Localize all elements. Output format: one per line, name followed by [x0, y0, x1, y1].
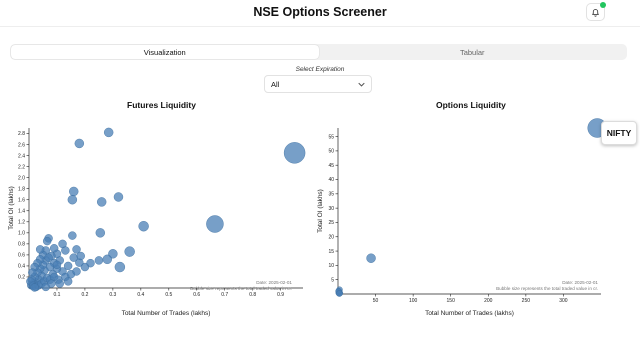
liquidity-charts: 0.1 0.2 0.3 0.4 0.5 0.6 0.7 0.8 0.9 0.2 0.4 0.6 0.8 1… — [8, 118, 607, 317]
futures-bubble[interactable] — [114, 261, 126, 273]
options-bubbles — [335, 118, 607, 297]
futures-y-tick-label: 2.4 — [18, 153, 25, 159]
futures-bubble[interactable] — [138, 221, 149, 232]
futures-bubble[interactable] — [42, 236, 52, 246]
options-x-tick-label: 250 — [522, 298, 531, 304]
futures-bubble[interactable] — [96, 197, 107, 207]
futures-y-tick-label: 2.2 — [18, 164, 25, 170]
futures-x-tick-label: 0.8 — [249, 292, 256, 298]
futures-x-tick-label: 0.1 — [53, 292, 60, 298]
options-y-tick-label: 45 — [328, 163, 334, 169]
options-y-tick-label: 50 — [328, 149, 334, 155]
futures-bubble[interactable] — [63, 277, 73, 286]
futures-bubble[interactable] — [35, 245, 45, 254]
futures-y-tick-label: 1.6 — [18, 197, 25, 203]
futures-bubbles — [26, 127, 306, 292]
futures-y-tick-label: 0.4 — [18, 264, 25, 270]
futures-bubble[interactable] — [44, 253, 53, 262]
futures-y-tick-label: 1.2 — [18, 219, 25, 225]
futures-y-tick-label: 1.0 — [18, 231, 25, 237]
futures-x-tick-label: 0.2 — [81, 292, 88, 298]
futures-bubble[interactable] — [55, 279, 64, 288]
futures-bubble[interactable] — [76, 251, 85, 261]
futures-bubble[interactable] — [113, 192, 124, 202]
futures-bubble[interactable] — [95, 228, 105, 238]
options-y-tick-label: 55 — [328, 134, 334, 140]
options-y-tick-label: 35 — [328, 192, 334, 198]
options-y-tick-label: 5 — [331, 277, 334, 283]
futures-bubble[interactable] — [58, 239, 67, 249]
futures-bubble[interactable] — [94, 256, 104, 265]
options-x-tick-label: 150 — [447, 298, 456, 304]
futures-y-tick-label: 1.8 — [18, 186, 25, 192]
futures-x-tick-label: 0.6 — [193, 292, 200, 298]
options-axes: 50 100 150 200 250 300 5 10 15 20 25 30 35 40 45 50 55 — [328, 128, 601, 304]
options-y-tick-label: 25 — [328, 220, 334, 226]
futures-bubble[interactable] — [47, 279, 56, 288]
options-bubble[interactable] — [336, 290, 343, 297]
futures-x-tick-label: 0.4 — [137, 292, 144, 298]
futures-y-tick-label: 2.0 — [18, 175, 25, 181]
futures-bubble[interactable] — [67, 195, 78, 205]
futures-y-axis-label: Total OI (lakhs) — [8, 186, 15, 230]
futures-chart: 0.1 0.2 0.3 0.4 0.5 0.6 0.7 0.8 0.9 0.2 0.4 0.6 0.8 1… — [8, 127, 306, 317]
options-chart: 50 100 150 200 250 300 5 10 15 20 25 30 35 40 45 50 55 To… — [317, 118, 607, 317]
options-x-axis-label: Total Number of Trades (lakhs) — [425, 310, 514, 317]
futures-y-tick-label: 1.4 — [18, 208, 25, 214]
futures-note-size: Bubble size represents the total traded … — [190, 286, 292, 291]
futures-y-tick-label: 0.6 — [18, 253, 25, 259]
options-x-tick-label: 100 — [409, 298, 418, 304]
options-y-tick-label: 20 — [328, 234, 334, 240]
futures-x-axis-label: Total Number of Trades (lakhs) — [122, 310, 211, 317]
futures-bubble[interactable] — [103, 127, 114, 138]
futures-bubble[interactable] — [69, 186, 79, 197]
futures-bubble[interactable] — [49, 244, 59, 253]
futures-x-tick-label: 0.7 — [221, 292, 228, 298]
options-y-tick-label: 10 — [328, 263, 334, 269]
futures-x-tick-label: 0.9 — [277, 292, 284, 298]
futures-y-tick-label: 2.6 — [18, 142, 25, 148]
futures-bubble[interactable] — [206, 215, 224, 233]
futures-x-tick-label: 0.5 — [165, 292, 172, 298]
options-x-tick-label: 300 — [559, 298, 568, 304]
futures-x-tick-label: 0.3 — [109, 292, 116, 298]
futures-bubble[interactable] — [68, 231, 77, 240]
futures-bubble[interactable] — [69, 253, 78, 262]
options-note-size: Bubble size represents the total traded … — [496, 286, 598, 291]
options-y-tick-label: 30 — [328, 206, 334, 212]
options-y-tick-label: 40 — [328, 177, 334, 183]
futures-y-tick-label: 0.8 — [18, 242, 25, 248]
futures-bubble[interactable] — [283, 142, 306, 164]
futures-bubble[interactable] — [124, 246, 135, 257]
options-bubble[interactable] — [366, 253, 376, 263]
futures-bubble[interactable] — [72, 267, 81, 276]
futures-y-tick-label: 2.8 — [18, 131, 25, 137]
options-y-tick-label: 15 — [328, 249, 334, 255]
options-x-tick-label: 50 — [373, 298, 379, 304]
futures-bubble[interactable] — [102, 254, 112, 265]
futures-note-date: Date: 2025-02-01 — [256, 280, 292, 285]
options-y-axis-label: Total OI (lakhs) — [317, 189, 324, 233]
options-note-date: Date: 2025-02-01 — [562, 280, 598, 285]
futures-bubble[interactable] — [30, 283, 39, 292]
bubble-tooltip: NIFTY — [601, 121, 637, 145]
futures-bubble[interactable] — [52, 260, 62, 270]
options-x-tick-label: 200 — [484, 298, 493, 304]
futures-bubble[interactable] — [28, 268, 37, 277]
futures-bubble[interactable] — [74, 138, 85, 149]
futures-y-tick-label: 0.2 — [18, 275, 25, 281]
